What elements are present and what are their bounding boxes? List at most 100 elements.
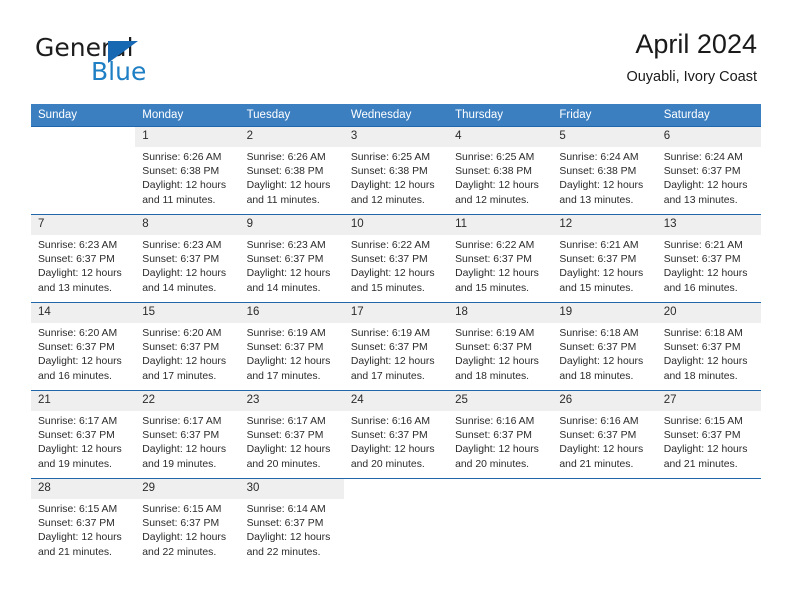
day-number: 13: [656, 215, 761, 235]
day-number: 24: [343, 391, 449, 411]
day-sunset-text: Sunset: 6:37 PM: [350, 430, 428, 442]
calendar-table: Sunday Monday Tuesday Wednesday Thursday…: [31, 104, 761, 566]
calendar-day-cell[interactable]: 10 Sunrise: 6:22 AM Sunset: 6:37 PM Dayligh…: [343, 214, 449, 303]
calendar-page: General Blue April 2024 Ouyabli, Ivory C…: [0, 0, 792, 612]
day-detail: Sunrise: 6:15 AM Sunset: 6:37 PM Daylight:…: [657, 411, 761, 472]
calendar-day-cell[interactable]: 30 Sunrise: 6:14 AM Sunset: 6:37 PM Dayligh…: [239, 478, 344, 566]
calendar-day-cell[interactable]: 9 Sunrise: 6:23 AM Sunset: 6:37 PM Daylight…: [239, 214, 344, 303]
day-detail: Sunrise: 6:18 AM Sunset: 6:37 PM Daylight:…: [552, 323, 656, 384]
day-sunset-text: Sunset: 6:37 PM: [38, 254, 115, 266]
calendar-day-cell[interactable]: 22 Sunrise: 6:17 AM Sunset: 6:37 PM Dayligh…: [135, 390, 240, 479]
calendar-day-cell[interactable]: 13 Sunrise: 6:21 AM Sunset: 6:37 PM Dayligh…: [656, 214, 761, 303]
day-daylight-text: Daylight: 12 hours: [246, 356, 331, 368]
day-daylight-text: and 18 minutes.: [559, 370, 634, 382]
calendar-day-cell[interactable]: 23 Sunrise: 6:17 AM Sunset: 6:37 PM Dayligh…: [239, 390, 344, 479]
calendar-day-cell[interactable]: 14 Sunrise: 6:20 AM Sunset: 6:37 PM Dayligh…: [31, 302, 136, 391]
day-sunrise-text: Sunrise: 6:26 AM: [142, 152, 222, 163]
day-sunset-text: Sunset: 6:37 PM: [559, 430, 637, 442]
weekday-header-monday: Monday: [135, 104, 240, 127]
day-sunrise-text: Sunrise: 6:23 AM: [246, 240, 326, 251]
day-daylight-text: Daylight: 12 hours: [350, 268, 435, 280]
day-number: 2: [239, 127, 344, 147]
day-number: [448, 479, 552, 499]
day-sunrise-text: Sunrise: 6:15 AM: [142, 504, 222, 515]
calendar-day-cell-empty: [656, 478, 761, 566]
day-detail: Sunrise: 6:25 AM Sunset: 6:38 PM Daylight:…: [344, 147, 448, 208]
day-sunset-text: Sunset: 6:38 PM: [350, 166, 428, 178]
page-header: General Blue April 2024 Ouyabli, Ivory C…: [0, 0, 792, 96]
day-number: 20: [656, 303, 761, 323]
day-daylight-text: Daylight: 12 hours: [455, 268, 539, 280]
day-daylight-text: and 19 minutes.: [142, 458, 217, 470]
day-detail: Sunrise: 6:15 AM Sunset: 6:37 PM Daylight:…: [31, 499, 135, 560]
day-sunset-text: Sunset: 6:38 PM: [455, 166, 532, 178]
calendar-day-cell[interactable]: 28 Sunrise: 6:15 AM Sunset: 6:37 PM Dayligh…: [31, 478, 136, 566]
calendar-day-cell[interactable]: 17 Sunrise: 6:19 AM Sunset: 6:37 PM Dayligh…: [343, 302, 449, 391]
calendar-day-cell[interactable]: 26 Sunrise: 6:16 AM Sunset: 6:37 PM Dayligh…: [552, 390, 657, 479]
calendar-day-cell[interactable]: 29 Sunrise: 6:15 AM Sunset: 6:37 PM Dayligh…: [135, 478, 240, 566]
calendar-day-cell[interactable]: 18 Sunrise: 6:19 AM Sunset: 6:37 PM Dayligh…: [448, 302, 553, 391]
day-sunrise-text: Sunrise: 6:21 AM: [663, 240, 743, 251]
calendar-day-cell[interactable]: 27 Sunrise: 6:15 AM Sunset: 6:37 PM Dayligh…: [656, 390, 761, 479]
day-detail: Sunrise: 6:26 AM Sunset: 6:38 PM Daylight:…: [240, 147, 344, 208]
day-sunset-text: Sunset: 6:38 PM: [246, 166, 324, 178]
day-daylight-text: Daylight: 12 hours: [142, 180, 227, 192]
calendar-day-cell[interactable]: 16 Sunrise: 6:19 AM Sunset: 6:37 PM Dayligh…: [239, 302, 344, 391]
day-number: 26: [552, 391, 657, 411]
day-daylight-text: and 21 minutes.: [559, 458, 634, 470]
day-daylight-text: Daylight: 12 hours: [559, 356, 644, 368]
day-daylight-text: Daylight: 12 hours: [559, 444, 644, 456]
day-daylight-text: Daylight: 12 hours: [455, 444, 539, 456]
calendar-day-cell[interactable]: 6 Sunrise: 6:24 AM Sunset: 6:37 PM Daylight…: [656, 126, 761, 215]
page-location: Ouyabli, Ivory Coast: [626, 69, 757, 85]
calendar-day-cell[interactable]: 15 Sunrise: 6:20 AM Sunset: 6:37 PM Dayligh…: [135, 302, 240, 391]
calendar-day-cell[interactable]: 25 Sunrise: 6:16 AM Sunset: 6:37 PM Dayligh…: [448, 390, 553, 479]
day-number: 16: [239, 303, 344, 323]
day-sunrise-text: Sunrise: 6:25 AM: [350, 152, 430, 163]
day-daylight-text: Daylight: 12 hours: [559, 180, 644, 192]
calendar-day-cell[interactable]: 19 Sunrise: 6:18 AM Sunset: 6:37 PM Dayligh…: [552, 302, 657, 391]
day-detail: Sunrise: 6:16 AM Sunset: 6:37 PM Daylight:…: [448, 411, 552, 472]
day-number: 25: [448, 391, 553, 411]
calendar-header-row: Sunday Monday Tuesday Wednesday Thursday…: [31, 104, 761, 127]
day-sunset-text: Sunset: 6:37 PM: [142, 430, 220, 442]
day-sunrise-text: Sunrise: 6:16 AM: [559, 416, 639, 427]
day-daylight-text: Daylight: 12 hours: [38, 356, 122, 368]
day-daylight-text: Daylight: 12 hours: [663, 180, 748, 192]
day-detail: Sunrise: 6:26 AM Sunset: 6:38 PM Daylight:…: [135, 147, 239, 208]
calendar-day-cell[interactable]: 12 Sunrise: 6:21 AM Sunset: 6:37 PM Dayligh…: [552, 214, 657, 303]
calendar-day-cell[interactable]: 8 Sunrise: 6:23 AM Sunset: 6:37 PM Daylight…: [135, 214, 240, 303]
day-detail: Sunrise: 6:21 AM Sunset: 6:37 PM Daylight:…: [552, 235, 656, 296]
day-sunrise-text: Sunrise: 6:18 AM: [663, 328, 743, 339]
calendar-day-cell[interactable]: 21 Sunrise: 6:17 AM Sunset: 6:37 PM Dayligh…: [31, 390, 136, 479]
calendar-day-cell[interactable]: 7 Sunrise: 6:23 AM Sunset: 6:37 PM Daylight…: [31, 214, 136, 303]
day-sunrise-text: Sunrise: 6:20 AM: [142, 328, 222, 339]
day-daylight-text: and 14 minutes.: [246, 282, 321, 294]
day-sunset-text: Sunset: 6:37 PM: [350, 254, 428, 266]
calendar-day-cell[interactable]: 11 Sunrise: 6:22 AM Sunset: 6:37 PM Dayligh…: [448, 214, 553, 303]
calendar-day-cell[interactable]: 3 Sunrise: 6:25 AM Sunset: 6:38 PM Daylight…: [343, 126, 449, 215]
day-sunrise-text: Sunrise: 6:22 AM: [455, 240, 535, 251]
calendar-day-cell[interactable]: 2 Sunrise: 6:26 AM Sunset: 6:38 PM Daylight…: [239, 126, 344, 215]
weekday-header-sunday: Sunday: [31, 104, 136, 127]
day-daylight-text: Daylight: 12 hours: [455, 180, 539, 192]
day-sunrise-text: Sunrise: 6:17 AM: [142, 416, 222, 427]
calendar-week-row: 28 Sunrise: 6:15 AM Sunset: 6:37 PM Dayligh…: [31, 478, 761, 566]
day-daylight-text: and 20 minutes.: [246, 458, 321, 470]
calendar-day-cell[interactable]: 4 Sunrise: 6:25 AM Sunset: 6:38 PM Daylight…: [448, 126, 553, 215]
day-sunrise-text: Sunrise: 6:14 AM: [246, 504, 326, 515]
general-blue-logo: General Blue: [35, 33, 265, 86]
day-sunset-text: Sunset: 6:37 PM: [246, 518, 324, 530]
day-number: 30: [239, 479, 344, 499]
calendar-day-cell[interactable]: 24 Sunrise: 6:16 AM Sunset: 6:37 PM Dayligh…: [343, 390, 449, 479]
calendar-day-cell[interactable]: 5 Sunrise: 6:24 AM Sunset: 6:38 PM Daylight…: [552, 126, 657, 215]
day-detail: Sunrise: 6:14 AM Sunset: 6:37 PM Daylight:…: [240, 499, 344, 560]
weekday-header-saturday: Saturday: [656, 104, 761, 127]
calendar-day-cell[interactable]: 1 Sunrise: 6:26 AM Sunset: 6:38 PM Daylight…: [135, 126, 240, 215]
day-detail: Sunrise: 6:17 AM Sunset: 6:37 PM Daylight:…: [240, 411, 344, 472]
day-sunrise-text: Sunrise: 6:22 AM: [350, 240, 430, 251]
day-detail: Sunrise: 6:17 AM Sunset: 6:37 PM Daylight:…: [135, 411, 239, 472]
day-sunset-text: Sunset: 6:37 PM: [142, 518, 220, 530]
logo-text-blue: Blue: [91, 57, 147, 86]
calendar-day-cell[interactable]: 20 Sunrise: 6:18 AM Sunset: 6:37 PM Dayligh…: [656, 302, 761, 391]
